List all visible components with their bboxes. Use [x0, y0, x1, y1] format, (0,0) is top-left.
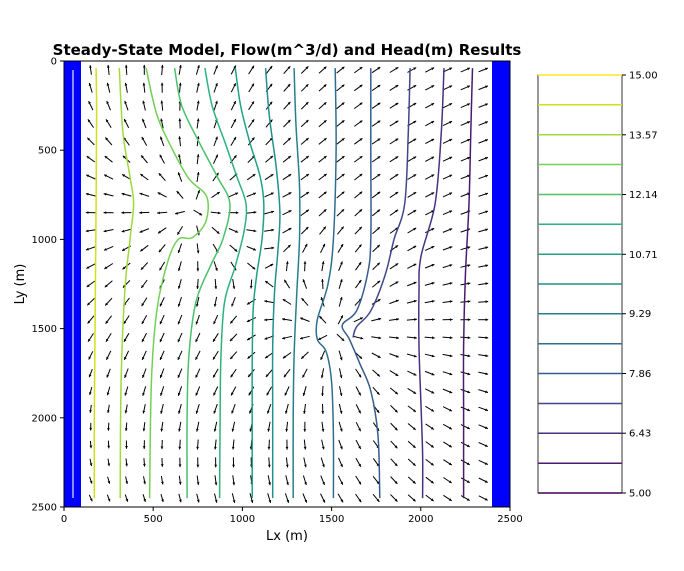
y-tick-label: 2000 [32, 413, 57, 424]
y-tick-label: 1500 [32, 324, 57, 335]
x-tick-label: 1500 [319, 514, 344, 525]
colorbar: 15.00 13.57 12.14 10.71 9.29 7.86 6.43 5.00 [537, 71, 658, 500]
x-tick-label: 2500 [497, 514, 522, 525]
x-tick-label: 1000 [230, 514, 255, 525]
y-axis-label: Ly (m) [13, 264, 28, 305]
colorbar-tick-label: 15.00 [629, 71, 658, 82]
chart-title: Steady-State Model, Flow(m^3/d) and Head… [53, 41, 522, 59]
y-tick-label: 2500 [32, 503, 57, 514]
y-tick-label: 500 [38, 146, 57, 157]
x-tick-label: 500 [144, 514, 163, 525]
y-tick-label: 1000 [32, 235, 57, 246]
x-axis-label: Lx (m) [266, 529, 308, 544]
colorbar-tick-label: 5.00 [629, 489, 651, 500]
y-axis: 0 500 1000 1500 2000 2500 [32, 57, 64, 514]
colorbar-tick-label: 7.86 [629, 369, 651, 380]
colorbar-tick-label: 10.71 [629, 250, 658, 261]
colorbar-tick-label: 9.29 [629, 309, 651, 320]
right-boundary [492, 61, 510, 507]
plot-area [63, 60, 511, 508]
chart-figure: Steady-State Model, Flow(m^3/d) and Head… [13, 41, 658, 544]
colorbar-tick-label: 6.43 [629, 429, 651, 440]
x-tick-label: 2000 [408, 514, 433, 525]
x-tick-label: 0 [61, 514, 67, 525]
y-tick-label: 0 [51, 57, 57, 68]
colorbar-tick-label: 12.14 [629, 190, 658, 201]
x-axis: 0 500 1000 1500 2000 2500 [61, 507, 523, 525]
colorbar-tick-label: 13.57 [629, 130, 658, 141]
